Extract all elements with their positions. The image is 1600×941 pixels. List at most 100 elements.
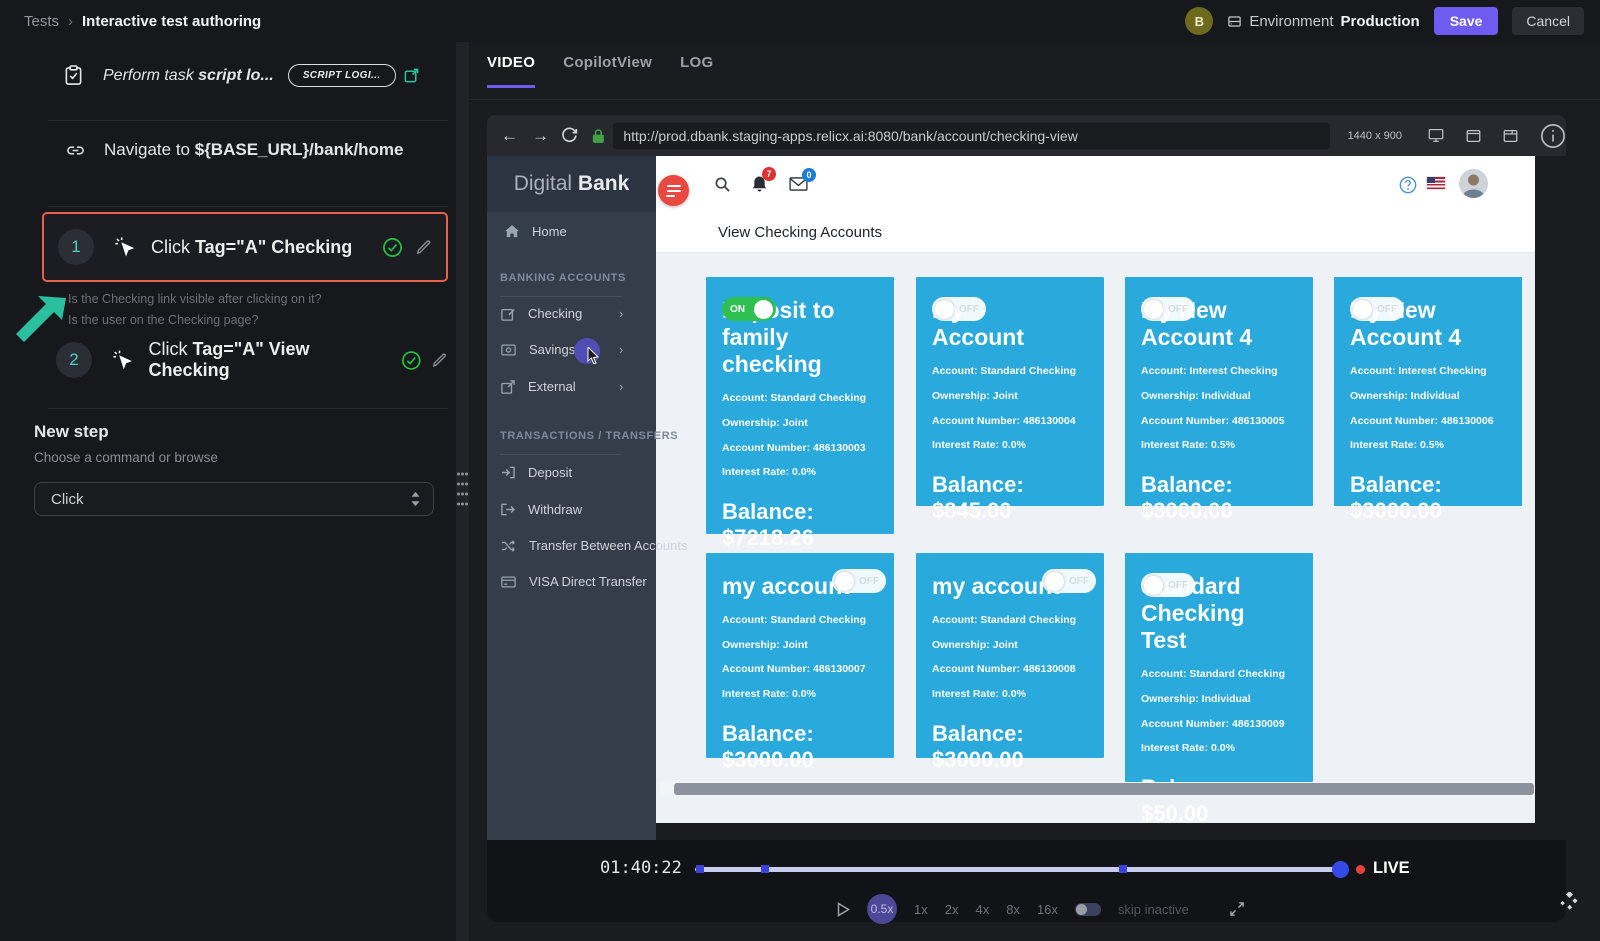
skip-inactive-toggle[interactable] xyxy=(1075,903,1101,916)
browser-forward-button[interactable]: → xyxy=(532,126,549,146)
bank-user-avatar[interactable] xyxy=(1459,169,1488,198)
sidebar-item-transfer[interactable]: Transfer Between Accounts xyxy=(501,538,688,553)
sidebar-item-home[interactable]: Home xyxy=(505,224,567,239)
navigate-step[interactable]: Navigate to ${BASE_URL}/bank/home xyxy=(66,140,446,160)
environment-selector[interactable]: Environment Production xyxy=(1227,13,1419,30)
save-button[interactable]: Save xyxy=(1434,7,1499,35)
panel-resize-handle[interactable] xyxy=(456,470,469,510)
script-pill-button[interactable]: SCRIPT LOGI... xyxy=(288,64,396,87)
card-meta-rate: Interest Rate: 0.0% xyxy=(932,682,1088,707)
account-toggle[interactable]: OFF xyxy=(1141,297,1195,321)
breadcrumb-separator: › xyxy=(68,13,73,30)
bank-help-icon[interactable] xyxy=(1399,176,1417,194)
tab-video[interactable]: VIDEO xyxy=(487,54,535,88)
window-icon-2[interactable] xyxy=(1503,129,1518,143)
url-bar[interactable]: http://prod.dbank.staging-apps.relicx.ai… xyxy=(613,123,1329,149)
speed-option[interactable]: 1x xyxy=(914,902,928,917)
browser-reload-button[interactable] xyxy=(562,127,579,144)
step-1[interactable]: 1 Click Tag="A" Checking xyxy=(42,212,448,282)
timeline-marker[interactable] xyxy=(696,865,704,873)
video-timeline[interactable] xyxy=(695,867,1348,872)
sidebar-item-savings[interactable]: Savings xyxy=(501,342,575,357)
sidebar-item-external[interactable]: External xyxy=(501,379,576,394)
view-tabs: VIDEO CopilotView LOG xyxy=(487,54,713,88)
shuffle-icon xyxy=(501,540,516,552)
live-button[interactable]: LIVE xyxy=(1373,859,1410,878)
scrollbar-thumb[interactable] xyxy=(674,783,1534,795)
language-flag[interactable] xyxy=(1427,177,1445,189)
step-2[interactable]: 2 Click Tag="A" View Checking xyxy=(56,339,448,381)
card-balance-value: $3000.00 xyxy=(722,747,878,773)
account-toggle[interactable]: OFF xyxy=(1350,297,1404,321)
card-meta-rate: Interest Rate: 0.0% xyxy=(722,682,878,707)
monitor-icon[interactable] xyxy=(1428,128,1444,143)
edit-script-icon[interactable] xyxy=(404,68,419,83)
navigate-step-label: Navigate to ${BASE_URL}/bank/home xyxy=(104,140,404,160)
cancel-button[interactable]: Cancel xyxy=(1512,7,1584,35)
horizontal-scrollbar[interactable] xyxy=(660,782,1535,796)
browser-back-button[interactable]: ← xyxy=(501,126,518,146)
account-toggle[interactable]: OFF xyxy=(832,569,886,593)
sidebar-item-visa[interactable]: VISA Direct Transfer xyxy=(501,574,647,589)
speed-option[interactable]: 16x xyxy=(1037,902,1058,917)
info-button[interactable] xyxy=(1540,123,1566,149)
card-balance-label: Balance: xyxy=(1350,472,1506,498)
speed-option[interactable]: 8x xyxy=(1006,902,1020,917)
account-toggle[interactable]: OFF xyxy=(1141,573,1195,597)
card-balance-value: $3000.00 xyxy=(1350,498,1506,524)
external-link-icon xyxy=(501,380,515,394)
sidebar-item-withdraw[interactable]: Withdraw xyxy=(501,502,582,517)
card-meta-number: Account Number: 486130009 xyxy=(1141,712,1297,737)
hamburger-menu-button[interactable] xyxy=(658,175,689,206)
play-button[interactable] xyxy=(837,902,850,917)
card-balance-value: $845.00 xyxy=(932,498,1088,524)
annotation-arrow-icon xyxy=(16,296,66,344)
topbar: Tests › Interactive test authoring B Env… xyxy=(0,0,1600,42)
card-meta-account: Account: Standard Checking xyxy=(932,608,1088,633)
chevron-right-icon: › xyxy=(619,379,623,394)
timeline-thumb[interactable] xyxy=(1332,861,1349,878)
speed-option[interactable]: 0.5x xyxy=(867,894,897,924)
account-card: OFF my account Account: Standard Checkin… xyxy=(706,553,894,758)
step-number-badge: 1 xyxy=(58,229,94,265)
card-meta-rate: Interest Rate: 0.5% xyxy=(1350,433,1506,458)
player-bar: 01:40:22 LIVE 0.5x 1x 2x 4x 8x 16x skip … xyxy=(487,840,1566,922)
card-balance-value: $50.00 xyxy=(1141,801,1297,827)
sidebar-item-checking[interactable]: Checking xyxy=(501,306,582,321)
divider xyxy=(500,296,622,297)
success-check-icon[interactable] xyxy=(401,350,422,371)
command-select[interactable]: Click xyxy=(34,482,434,516)
tab-copilotview[interactable]: CopilotView xyxy=(563,54,652,88)
account-card: OFF Standard Checking Test Account: Stan… xyxy=(1125,553,1313,782)
speed-option[interactable]: 2x xyxy=(945,902,959,917)
user-avatar[interactable]: B xyxy=(1185,7,1213,35)
breadcrumb-current: Interactive test authoring xyxy=(82,13,261,30)
account-toggle[interactable]: ON xyxy=(722,297,776,321)
panel-splitter[interactable] xyxy=(456,42,469,941)
chevron-right-icon: › xyxy=(619,306,623,321)
success-check-icon[interactable] xyxy=(382,237,403,258)
account-toggle[interactable]: OFF xyxy=(1042,569,1096,593)
sidebar-section-transactions: TRANSACTIONS / TRANSFERS xyxy=(500,430,678,442)
timeline-marker[interactable] xyxy=(761,865,769,873)
breadcrumb-tests[interactable]: Tests xyxy=(24,13,59,30)
card-meta-rate: Interest Rate: 0.0% xyxy=(1141,736,1297,761)
account-toggle[interactable]: OFF xyxy=(932,297,986,321)
sidebar-item-deposit[interactable]: Deposit xyxy=(501,465,572,480)
tab-log[interactable]: LOG xyxy=(680,54,713,88)
bank-logo[interactable]: Digital Bank xyxy=(487,156,656,212)
task-step[interactable]: Perform task script lo... SCRIPT LOGI... xyxy=(64,64,444,87)
divider xyxy=(48,408,448,409)
edit-pencil-icon[interactable] xyxy=(415,239,432,256)
card-meta-ownership: Ownership: Individual xyxy=(1350,384,1506,409)
edit-pencil-icon[interactable] xyxy=(431,352,448,369)
divider xyxy=(48,120,448,121)
expand-icon[interactable] xyxy=(1230,902,1244,916)
bank-search-icon[interactable] xyxy=(714,176,731,193)
ssl-lock-icon xyxy=(591,128,606,144)
window-icon[interactable] xyxy=(1466,129,1481,143)
sidebar-section-banking-accounts: BANKING ACCOUNTS xyxy=(500,272,626,284)
speed-option[interactable]: 4x xyxy=(975,902,989,917)
timeline-marker[interactable] xyxy=(1119,865,1127,873)
home-icon xyxy=(505,225,519,238)
